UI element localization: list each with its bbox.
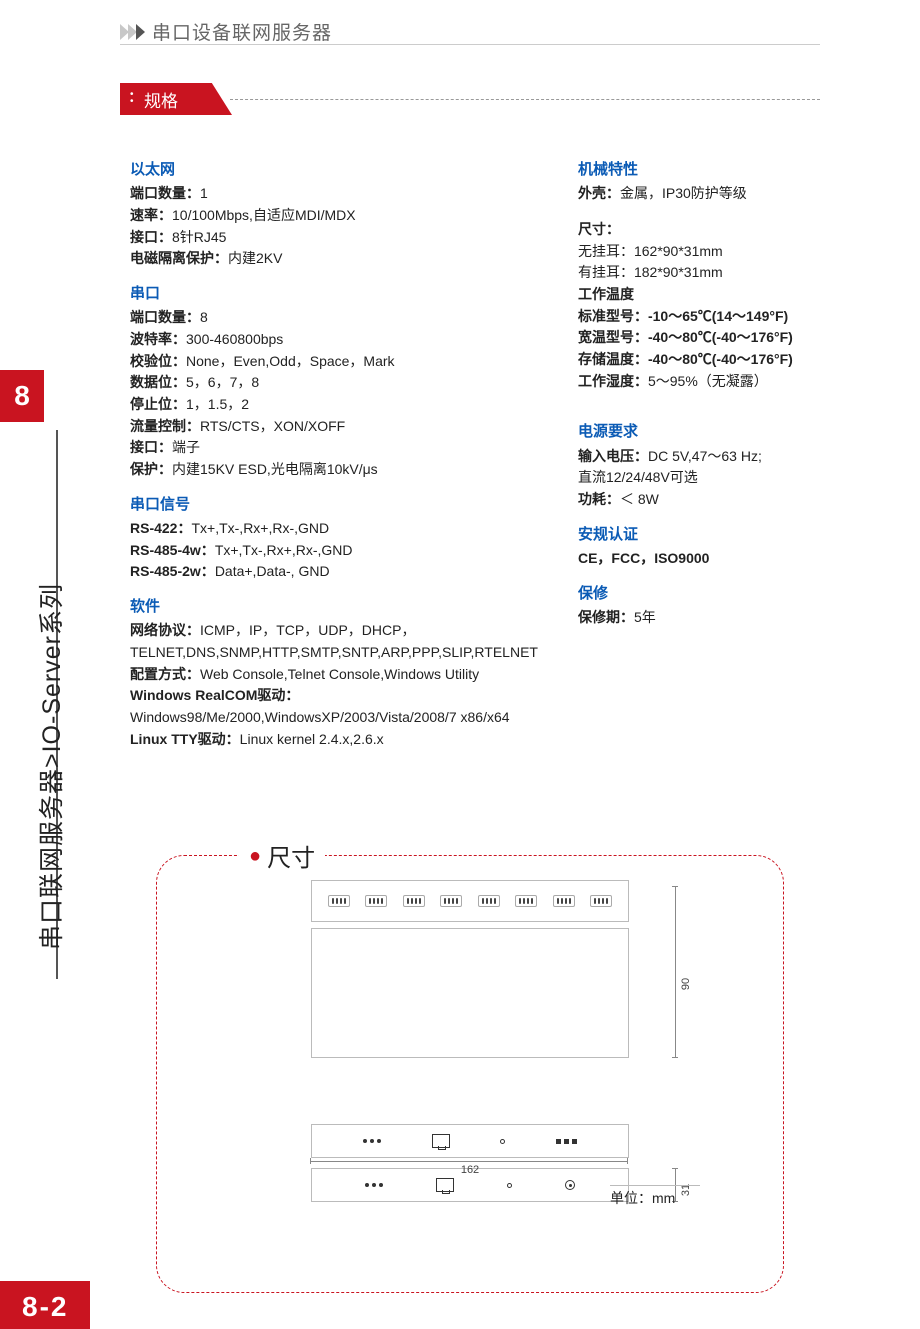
software-linux: Linux TTY驱动：Linux kernel 2.4.x,2.6.x [130,729,538,751]
temp-store: 存储温度：-40～80℃(-40～176°F) [578,349,810,371]
serial-ports: 端口数量：8 [130,307,538,329]
size-withear: 有挂耳：182*90*31mm [578,262,810,284]
warranty-title: 保修 [578,582,810,605]
software-win: Windows RealCOM驱动： [130,685,538,707]
terminal-port-icon [365,895,387,907]
cert-title: 安规认证 [578,523,810,546]
power-vin: 输入电压：DC 5V,47～63 Hz; [578,446,810,468]
right-column: 机械特性 外壳：金属，IP30防护等级 尺寸： 无挂耳：162*90*31mm … [578,158,810,750]
power-vin2: 直流12/24/48V可选 [578,467,810,489]
serial-parity: 校验位：None，Even,Odd，Space，Mark [130,351,538,373]
warranty-row: 保修期：5年 [578,607,810,629]
signal-title: 串口信号 [130,493,538,516]
rj45-icon [436,1178,454,1192]
serial-baud: 波特率：300-460800bps [130,329,538,351]
chapter-number: 8 [14,380,30,411]
power-title: 电源要求 [578,420,810,443]
software-cfg: 配置方式：Web Console,Telnet Console,Windows … [130,664,538,686]
device-plan-view [311,928,629,1058]
size-noear: 无挂耳：162*90*31mm [578,241,810,263]
dip-switch-icon [556,1139,577,1144]
software-proto2: TELNET,DNS,SNMP,HTTP,SMTP,SNTP,ARP,PPP,S… [130,642,538,664]
signal-rs485-4w: RS-485-4w：Tx+,Tx-,Rx+,Rx-,GND [130,540,538,562]
spec-title: 规格 [144,87,178,112]
spec-header-red: 规格 [120,83,232,115]
software-win-value: Windows98/Me/2000,WindowsXP/2003/Vista/2… [130,707,538,729]
diagram-title: 尺寸 [267,838,315,873]
terminal-port-icon [590,895,612,907]
terminal-port-icon [553,895,575,907]
device-front-view [311,1124,629,1158]
temp-wide: 宽温型号：-40～80℃(-40～176°F) [578,327,810,349]
top-divider [120,44,820,45]
led-icon [365,1183,383,1187]
serial-stop: 停止位：1，1.5，2 [130,394,538,416]
dim-bracket-162 [310,1161,628,1162]
dots-icon [130,92,144,106]
spec-header: 规格 [120,83,820,115]
arrow-icon [120,24,144,40]
humidity: 工作湿度：5～95%（无凝露） [578,371,810,393]
diagram-drawing: 90 31 162 单位：mm [280,880,660,1202]
dimension-diagram: ● 尺寸 90 31 [156,855,784,1293]
serial-data: 数据位：5，6，7，8 [130,372,538,394]
page-number: 8-2 [0,1281,90,1329]
terminal-port-icon [515,895,537,907]
terminal-port-icon [403,895,425,907]
size-title: 尺寸： [578,219,810,241]
signal-rs422: RS-422：Tx+,Tx-,Rx+,Rx-,GND [130,518,538,540]
diagram-title-wrap: ● 尺寸 [239,838,325,873]
signal-rs485-2w: RS-485-2w：Data+,Data-, GND [130,561,538,583]
dim-label-162: 162 [461,1164,479,1176]
temp-std: 标准型号：-10～65℃(14～149°F) [578,306,810,328]
terminal-port-icon [440,895,462,907]
serial-title: 串口 [130,282,538,305]
rj45-icon [432,1134,450,1148]
serial-protect: 保护：内建15KV ESD,光电隔离10kV/μs [130,459,538,481]
power-cons: 功耗：＜ 8W [578,489,810,511]
indicator-icon [507,1183,512,1188]
top-bar: 串口设备联网服务器 [120,18,332,45]
temp-title: 工作温度 [578,284,810,306]
left-column: 以太网 端口数量：1 速率：10/100Mbps,自适应MDI/MDX 接口：8… [130,158,538,750]
dim-label-90: 90 [680,978,692,990]
software-proto: 网络协议：ICMP，IP，TCP，UDP，DHCP， [130,620,538,642]
device-top-view [311,880,629,922]
software-title: 软件 [130,595,538,618]
serial-iface: 接口：端子 [130,437,538,459]
page-number-text: 8-2 [22,1291,68,1322]
content-columns: 以太网 端口数量：1 速率：10/100Mbps,自适应MDI/MDX 接口：8… [130,158,810,750]
dim-bracket-90 [675,886,676,1058]
chapter-tab: 8 [0,370,44,422]
ethernet-iface: 接口：8针RJ45 [130,227,538,249]
terminal-port-icon [328,895,350,907]
side-label: 串口联网服务器>IO-Server系列 [32,583,68,950]
top-title: 串口设备联网服务器 [152,18,332,45]
led-icon [363,1139,381,1143]
diagram-unit: 单位：mm [610,1185,700,1208]
indicator-icon [500,1139,505,1144]
terminal-port-icon [478,895,500,907]
ethernet-iso: 电磁隔离保护：内建2KV [130,248,538,270]
ethernet-speed: 速率：10/100Mbps,自适应MDI/MDX [130,205,538,227]
cert-value: CE，FCC，ISO9000 [578,548,810,570]
mech-title: 机械特性 [578,158,810,181]
reset-button-icon [565,1180,575,1190]
ethernet-title: 以太网 [130,158,538,181]
serial-flow: 流量控制：RTS/CTS，XON/XOFF [130,416,538,438]
ethernet-ports: 端口数量：1 [130,183,538,205]
mech-shell: 外壳：金属，IP30防护等级 [578,183,810,205]
